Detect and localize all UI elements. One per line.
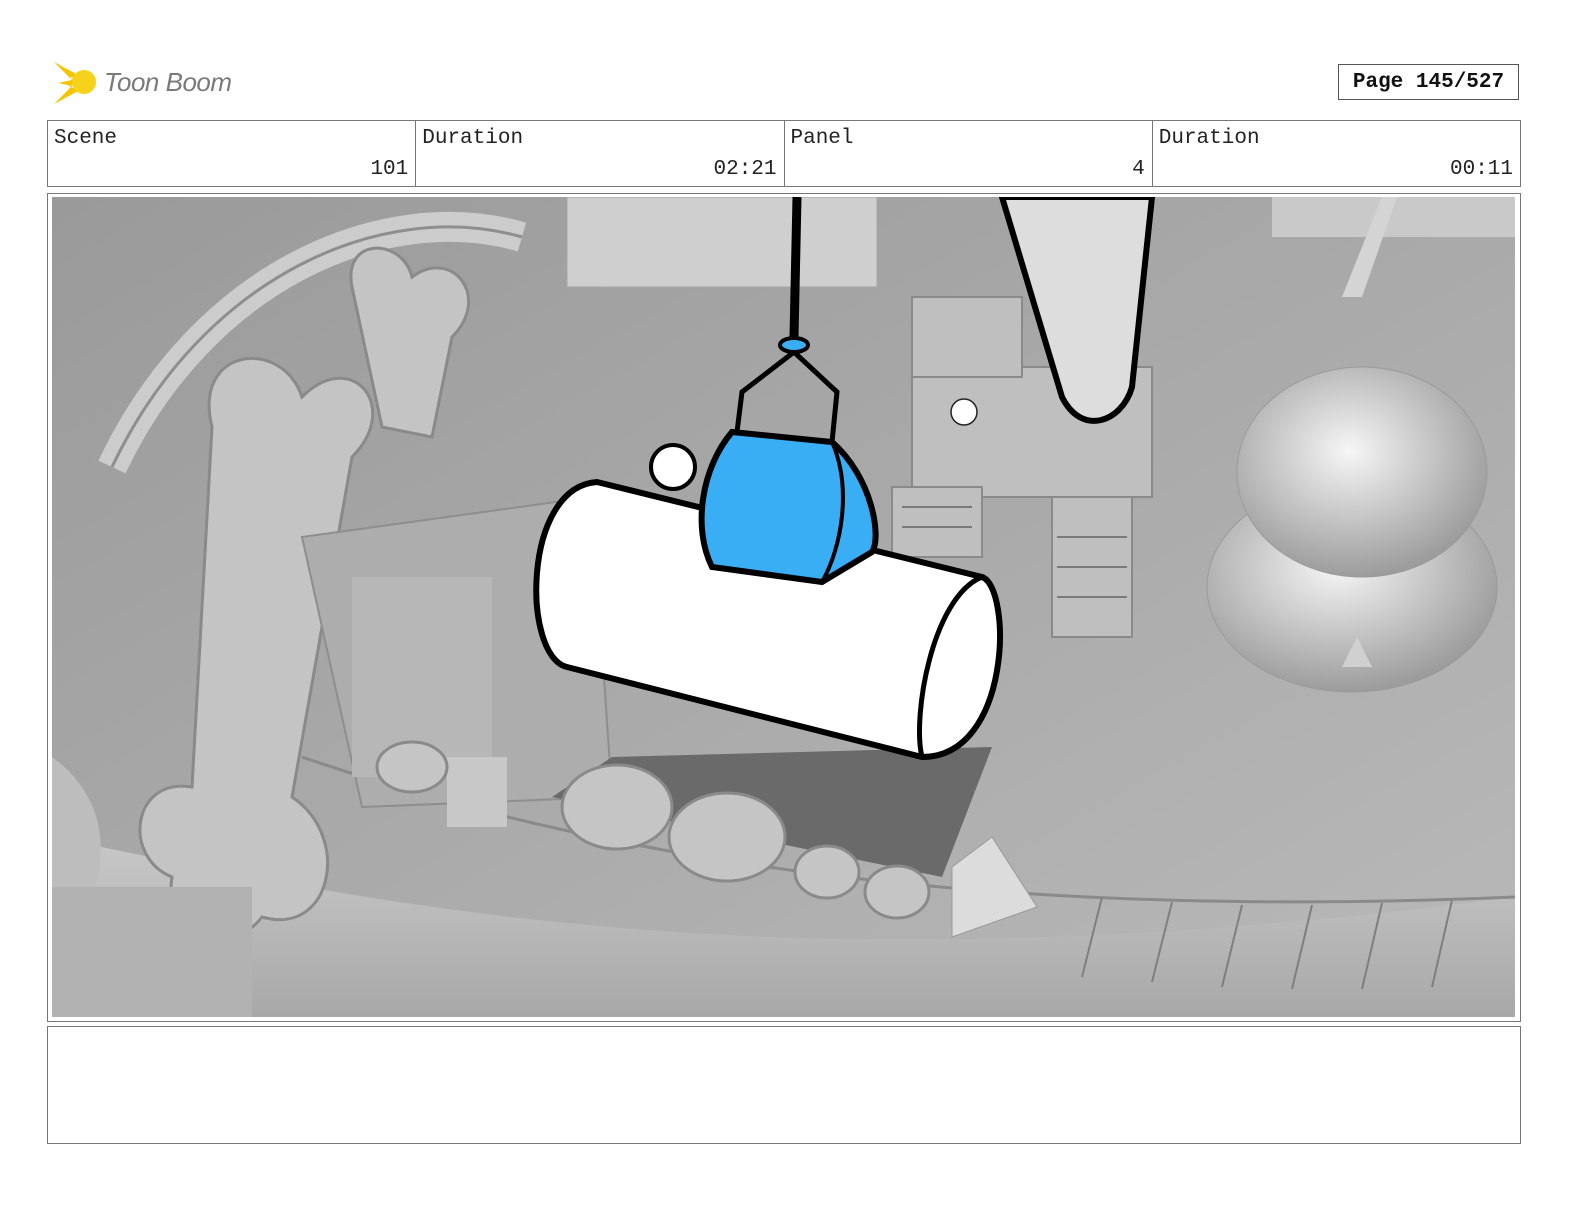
logo-text: Toon Boom	[104, 67, 232, 97]
scene-duration-value: 02:21	[713, 158, 777, 181]
panel-cell: Panel 4	[785, 121, 1153, 186]
scene-label: Scene	[54, 127, 118, 150]
scene-duration-label: Duration	[422, 127, 524, 150]
storyboard-image	[52, 197, 1515, 1017]
info-row: Scene 101 Duration 02:21 Panel 4 Duratio…	[47, 120, 1521, 187]
page-counter: Page 145/527	[1338, 64, 1519, 100]
panel-duration-label: Duration	[1158, 127, 1260, 150]
panel-label: Panel	[790, 127, 854, 150]
scene-value: 101	[370, 158, 409, 181]
scene-duration-cell: Duration 02:21	[416, 121, 785, 186]
starburst-icon	[54, 62, 96, 104]
panel-duration-value: 00:11	[1449, 158, 1513, 181]
panel-duration-cell: Duration 00:11	[1153, 121, 1520, 186]
scene-cell: Scene 101	[48, 121, 417, 186]
panel-notes	[47, 1026, 1521, 1144]
storyboard-panel	[47, 193, 1521, 1022]
toon-boom-logo: Toon Boom	[50, 56, 250, 108]
panel-value: 4	[1132, 158, 1145, 181]
